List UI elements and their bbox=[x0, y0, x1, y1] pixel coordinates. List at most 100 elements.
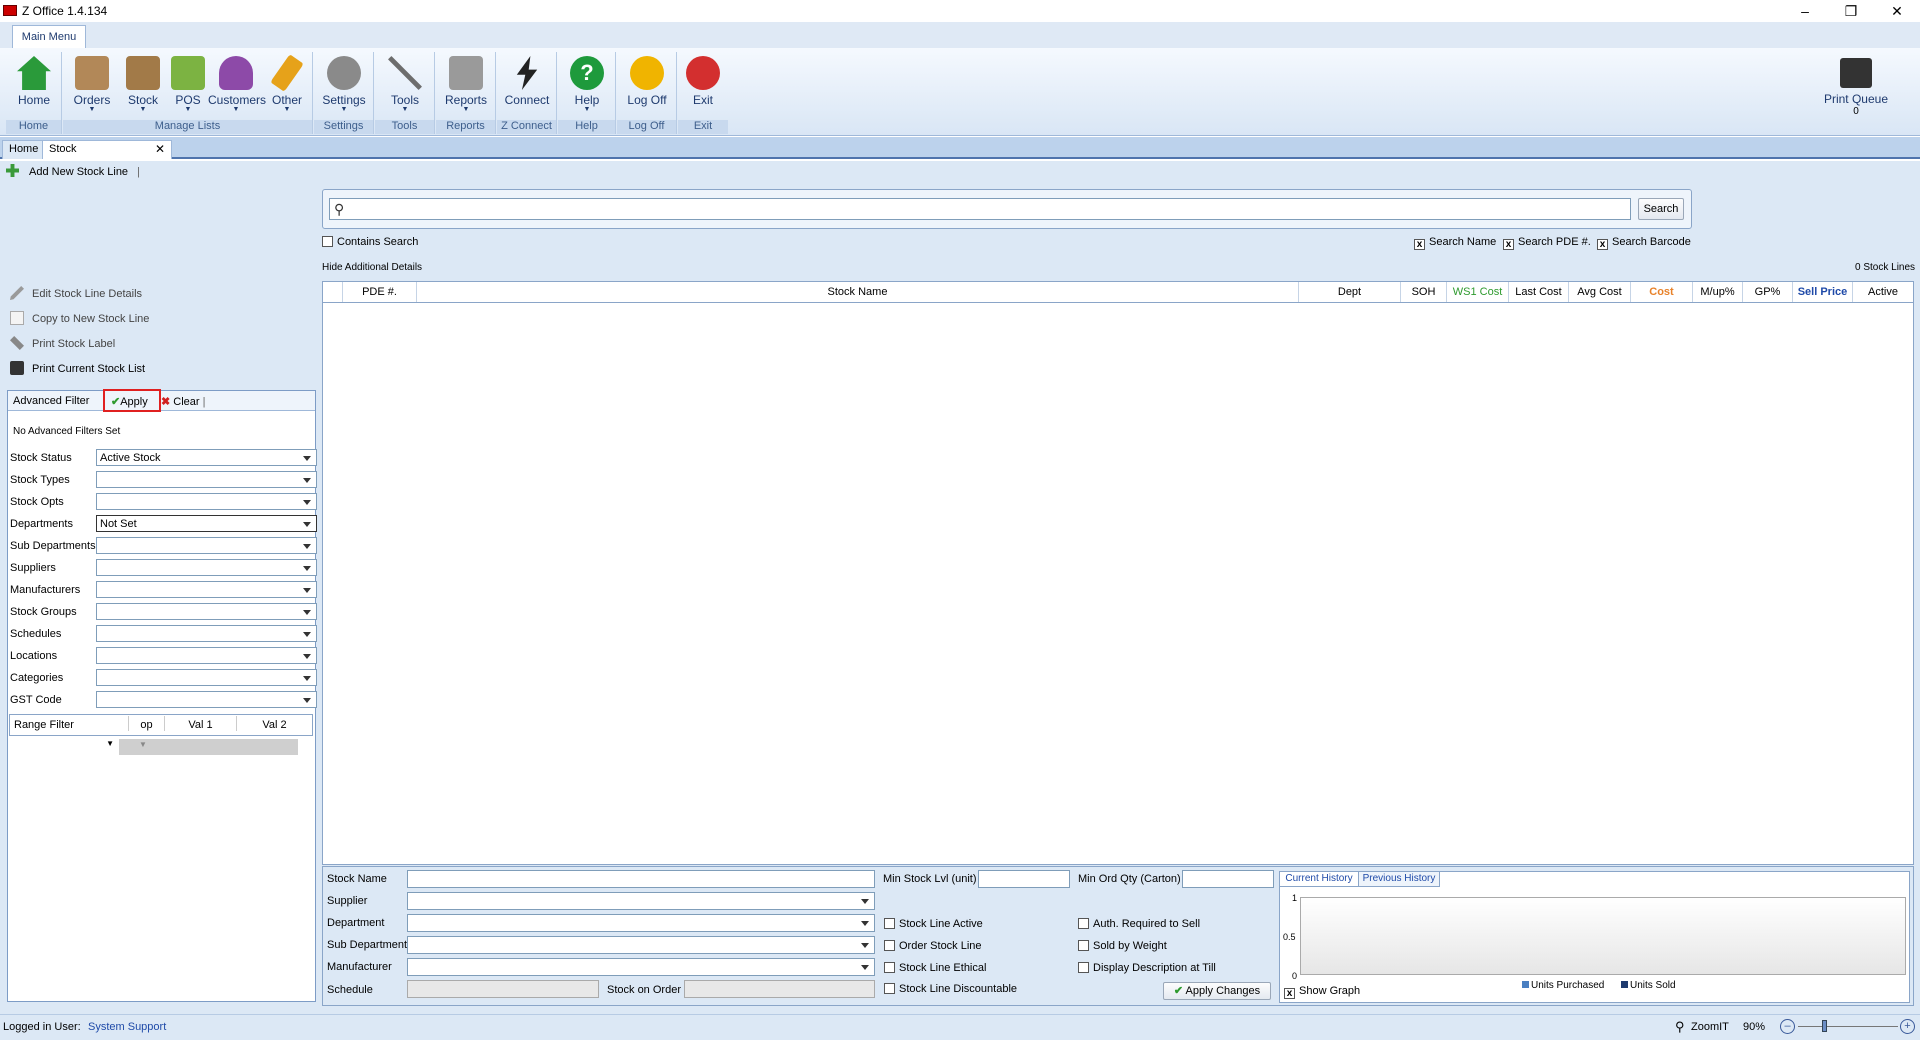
legend-units-sold: Units Sold bbox=[1621, 980, 1676, 991]
zoom-in-icon[interactable]: + bbox=[1900, 1019, 1915, 1034]
window-title: Z Office 1.4.134 bbox=[22, 4, 108, 18]
contains-search-checkbox[interactable]: Contains Search bbox=[322, 236, 418, 248]
stock-name-input[interactable] bbox=[407, 870, 875, 888]
stock-grid[interactable] bbox=[322, 281, 1914, 865]
grid-header-ws1-cost[interactable]: WS1 Cost bbox=[1447, 282, 1509, 302]
group-exit: Exit Exit bbox=[678, 52, 728, 134]
filter-select[interactable] bbox=[96, 581, 317, 598]
filter-select[interactable] bbox=[96, 625, 317, 642]
auth-required-checkbox[interactable]: Auth. Required to Sell bbox=[1078, 918, 1200, 930]
reports-button[interactable]: Reports ▼ bbox=[440, 54, 492, 116]
min-stock-input[interactable] bbox=[978, 870, 1070, 888]
tab-current-history[interactable]: Current History bbox=[1279, 871, 1359, 887]
search-input[interactable]: ⚲ bbox=[329, 198, 1631, 220]
power-icon bbox=[630, 56, 664, 90]
search-name-checkbox[interactable]: x Search Name bbox=[1414, 236, 1496, 250]
clear-filter-button[interactable]: ✖ Clear | bbox=[161, 395, 206, 408]
doc-tab-home[interactable]: Home bbox=[2, 140, 46, 159]
filter-select[interactable] bbox=[96, 669, 317, 686]
tools-button[interactable]: Tools ▼ bbox=[379, 54, 431, 116]
log-off-button[interactable]: Log Off bbox=[621, 54, 673, 116]
close-tab-icon[interactable]: ✕ bbox=[155, 141, 165, 158]
filter-select[interactable] bbox=[96, 603, 317, 620]
stock-boxes-icon bbox=[126, 56, 160, 90]
connect-button[interactable]: Connect bbox=[501, 54, 553, 116]
hide-details-link[interactable]: Hide Additional Details bbox=[322, 262, 422, 273]
app-icon bbox=[3, 5, 17, 16]
print-stock-list-link[interactable]: Print Current Stock List bbox=[10, 361, 145, 379]
grid-header-soh[interactable]: SOH bbox=[1401, 282, 1447, 302]
help-button[interactable]: ? Help ▼ bbox=[561, 54, 613, 116]
minimize-icon[interactable]: – bbox=[1782, 0, 1828, 22]
zoom-slider-handle[interactable] bbox=[1822, 1020, 1827, 1032]
search-button[interactable]: Search bbox=[1638, 198, 1684, 220]
connect-lightning-icon bbox=[516, 56, 538, 90]
other-button[interactable]: Other ▼ bbox=[261, 54, 313, 116]
stock-line-discountable-checkbox[interactable]: Stock Line Discountable bbox=[884, 983, 1017, 995]
restore-icon[interactable]: ❐ bbox=[1828, 0, 1874, 22]
home-button[interactable]: Home bbox=[8, 54, 60, 116]
exit-button[interactable]: Exit bbox=[678, 54, 728, 116]
sold-by-weight-checkbox[interactable]: Sold by Weight bbox=[1078, 940, 1167, 952]
filter-select[interactable] bbox=[96, 559, 317, 576]
search-barcode-checkbox[interactable]: x Search Barcode bbox=[1597, 236, 1691, 250]
show-graph-checkbox[interactable]: x Show Graph bbox=[1284, 985, 1360, 999]
display-description-checkbox[interactable]: Display Description at Till bbox=[1078, 962, 1216, 974]
grid-header-gp[interactable]: GP% bbox=[1743, 282, 1793, 302]
grid-header-cost[interactable]: Cost bbox=[1631, 282, 1693, 302]
print-queue-button[interactable]: Print Queue 0 bbox=[1818, 58, 1894, 120]
doc-tab-stock[interactable]: Stock ✕ bbox=[42, 140, 172, 159]
range-filter-field-select[interactable]: ▼ bbox=[10, 739, 118, 753]
zoom-out-icon[interactable]: – bbox=[1780, 1019, 1795, 1034]
grid-header-last-cost[interactable]: Last Cost bbox=[1509, 282, 1569, 302]
close-icon[interactable]: ✕ bbox=[1874, 0, 1920, 22]
settings-button[interactable]: Settings ▼ bbox=[318, 54, 370, 116]
gear-icon bbox=[327, 56, 361, 90]
filter-select[interactable] bbox=[96, 691, 317, 708]
customers-button[interactable]: Customers ▼ bbox=[208, 54, 266, 116]
supplier-select[interactable] bbox=[407, 892, 875, 910]
apply-changes-button[interactable]: ✔ Apply Changes bbox=[1163, 982, 1271, 1000]
print-stock-label-link[interactable]: Print Stock Label bbox=[10, 336, 115, 354]
tab-previous-history[interactable]: Previous History bbox=[1358, 871, 1440, 887]
ribbon: Home Home Orders ▼ Stock ▼ POS ▼ Customers ▼… bbox=[0, 48, 1920, 136]
group-home: Home Home bbox=[6, 52, 62, 134]
stock-line-ethical-checkbox[interactable]: Stock Line Ethical bbox=[884, 962, 986, 974]
apply-filter-button[interactable]: ✔Apply bbox=[103, 389, 161, 412]
filter-select[interactable] bbox=[96, 647, 317, 664]
grid-header-avg-cost[interactable]: Avg Cost bbox=[1569, 282, 1631, 302]
grid-header-active[interactable]: Active bbox=[1853, 282, 1913, 302]
order-stock-line-checkbox[interactable]: Order Stock Line bbox=[884, 940, 982, 952]
range-filter-values[interactable]: ▼ bbox=[119, 739, 298, 755]
grid-header-dept[interactable]: Dept bbox=[1299, 282, 1401, 302]
grid-header-stock-name[interactable]: Stock Name bbox=[417, 282, 1299, 302]
search-pde-checkbox[interactable]: x Search PDE #. bbox=[1503, 236, 1591, 250]
filter-label: Schedules bbox=[10, 628, 62, 640]
grid-header-sell-price[interactable]: Sell Price bbox=[1793, 282, 1853, 302]
filter-select[interactable] bbox=[96, 471, 317, 488]
filter-select[interactable]: Not Set bbox=[96, 515, 317, 532]
orders-button[interactable]: Orders ▼ bbox=[66, 54, 118, 116]
printer-icon bbox=[10, 361, 24, 375]
sub-department-select[interactable] bbox=[407, 936, 875, 954]
stock-line-active-checkbox[interactable]: Stock Line Active bbox=[884, 918, 983, 930]
edit-stock-line-link[interactable]: Edit Stock Line Details bbox=[10, 286, 142, 304]
clear-x-icon: ✖ bbox=[161, 396, 171, 408]
filter-select[interactable] bbox=[96, 537, 317, 554]
manufacturer-select[interactable] bbox=[407, 958, 875, 976]
zoom-slider[interactable] bbox=[1798, 1026, 1898, 1027]
department-select[interactable] bbox=[407, 914, 875, 932]
pos-button[interactable]: POS ▼ bbox=[162, 54, 214, 116]
min-order-input[interactable] bbox=[1182, 870, 1274, 888]
add-stock-line-button[interactable]: Add New Stock Line | bbox=[6, 164, 140, 180]
filter-select[interactable] bbox=[96, 493, 317, 510]
tab-main-menu[interactable]: Main Menu bbox=[12, 25, 86, 48]
stock-line-count: 0 Stock Lines bbox=[1855, 262, 1916, 273]
grid-header-pde[interactable]: PDE #. bbox=[343, 282, 417, 302]
legend-units-purchased: Units Purchased bbox=[1522, 980, 1604, 991]
filter-select[interactable]: Active Stock bbox=[96, 449, 317, 466]
search-panel: ⚲ Search bbox=[322, 189, 1692, 229]
print-queue-count: 0 bbox=[1853, 106, 1859, 117]
grid-header-markup[interactable]: M/up% bbox=[1693, 282, 1743, 302]
copy-stock-line-link[interactable]: Copy to New Stock Line bbox=[10, 311, 149, 329]
